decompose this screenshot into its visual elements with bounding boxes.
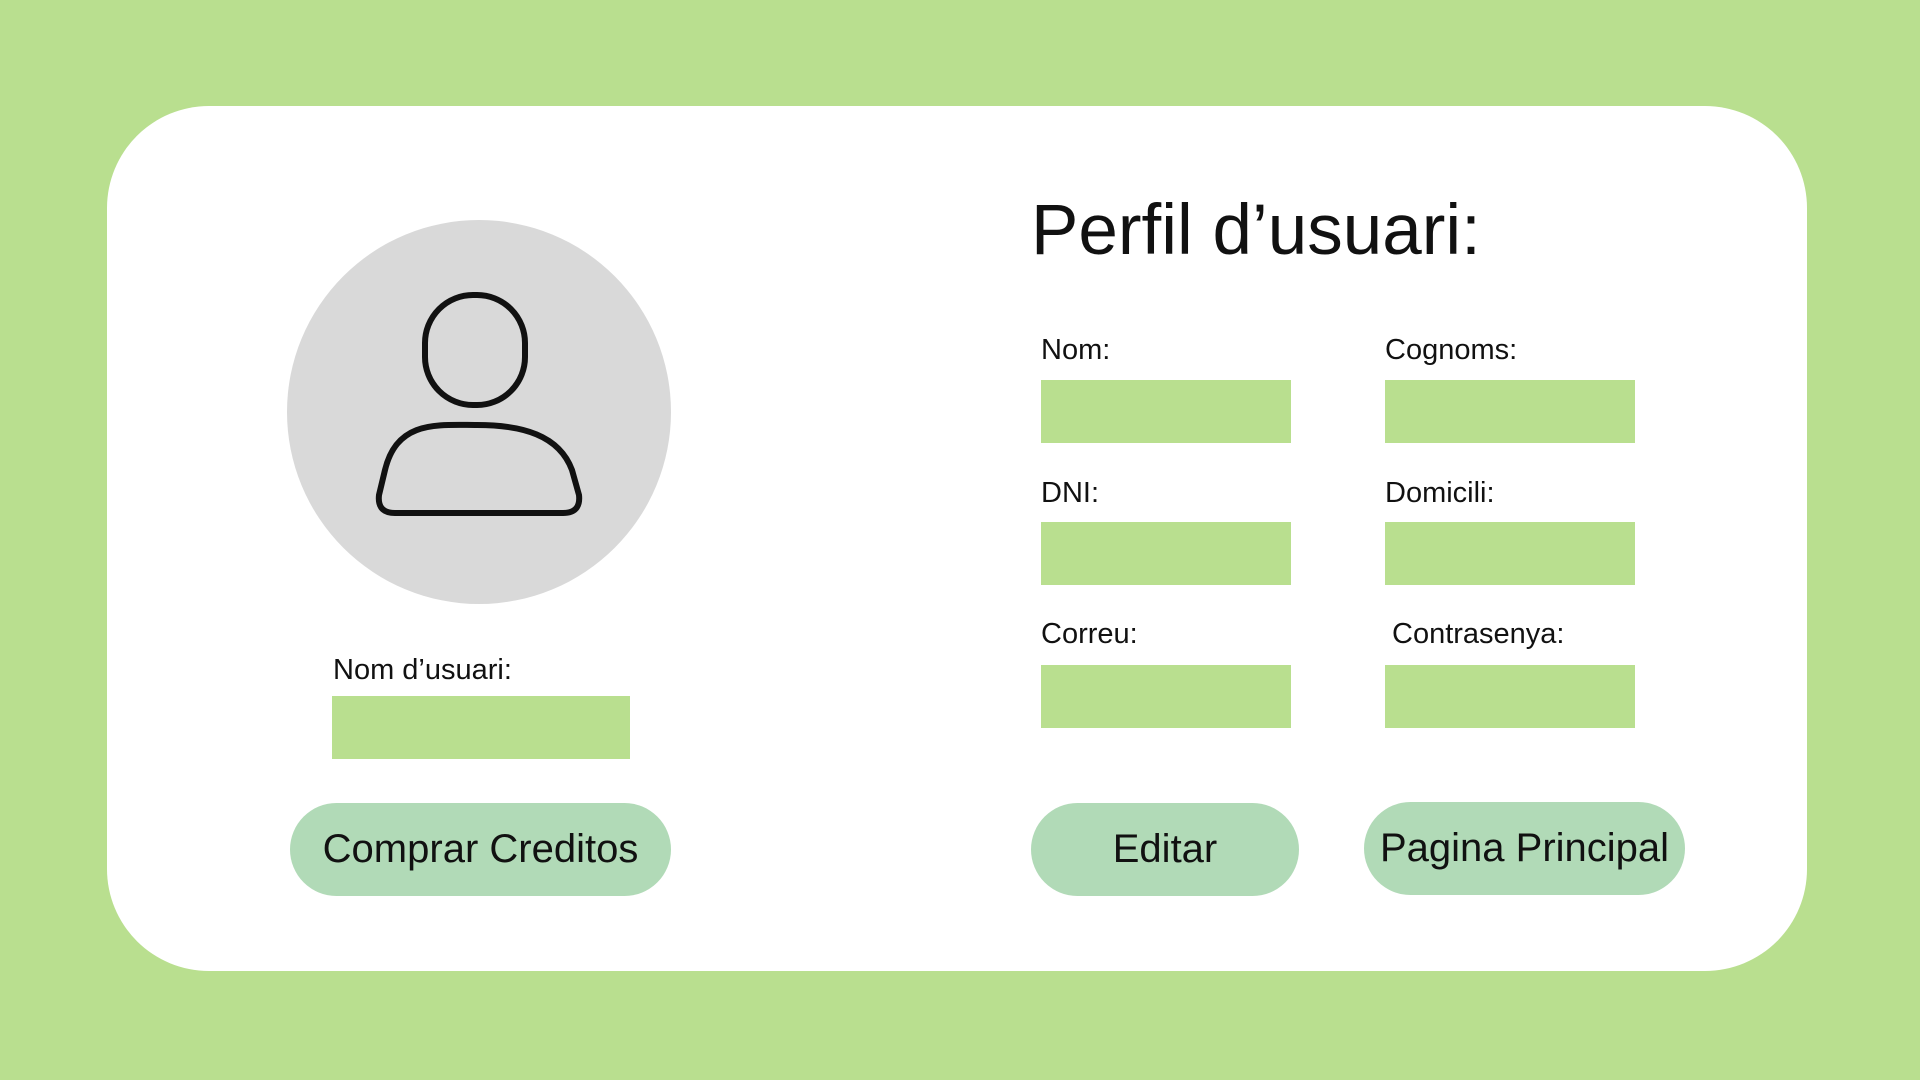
domicili-label: Domicili:: [1385, 477, 1495, 509]
correu-field[interactable]: [1041, 665, 1291, 728]
home-button[interactable]: Pagina Principal: [1364, 802, 1685, 895]
page-title: Perfil d’usuari:: [1031, 191, 1481, 270]
dni-field[interactable]: [1041, 522, 1291, 585]
user-icon: [375, 292, 583, 516]
contrasenya-field[interactable]: [1385, 665, 1635, 728]
nom-field[interactable]: [1041, 380, 1291, 443]
cognoms-field[interactable]: [1385, 380, 1635, 443]
username-label: Nom d’usuari:: [333, 654, 512, 686]
contrasenya-label: Contrasenya:: [1392, 618, 1565, 650]
avatar: [287, 220, 671, 604]
correu-label: Correu:: [1041, 618, 1138, 650]
profile-card: Nom d’usuari: Comprar Creditos Perfil d’…: [107, 106, 1807, 971]
nom-label: Nom:: [1041, 334, 1111, 366]
cognoms-label: Cognoms:: [1385, 334, 1518, 366]
edit-button[interactable]: Editar: [1031, 803, 1299, 896]
buy-credits-button[interactable]: Comprar Creditos: [290, 803, 671, 896]
dni-label: DNI:: [1041, 477, 1099, 509]
username-field[interactable]: [332, 696, 630, 759]
domicili-field[interactable]: [1385, 522, 1635, 585]
